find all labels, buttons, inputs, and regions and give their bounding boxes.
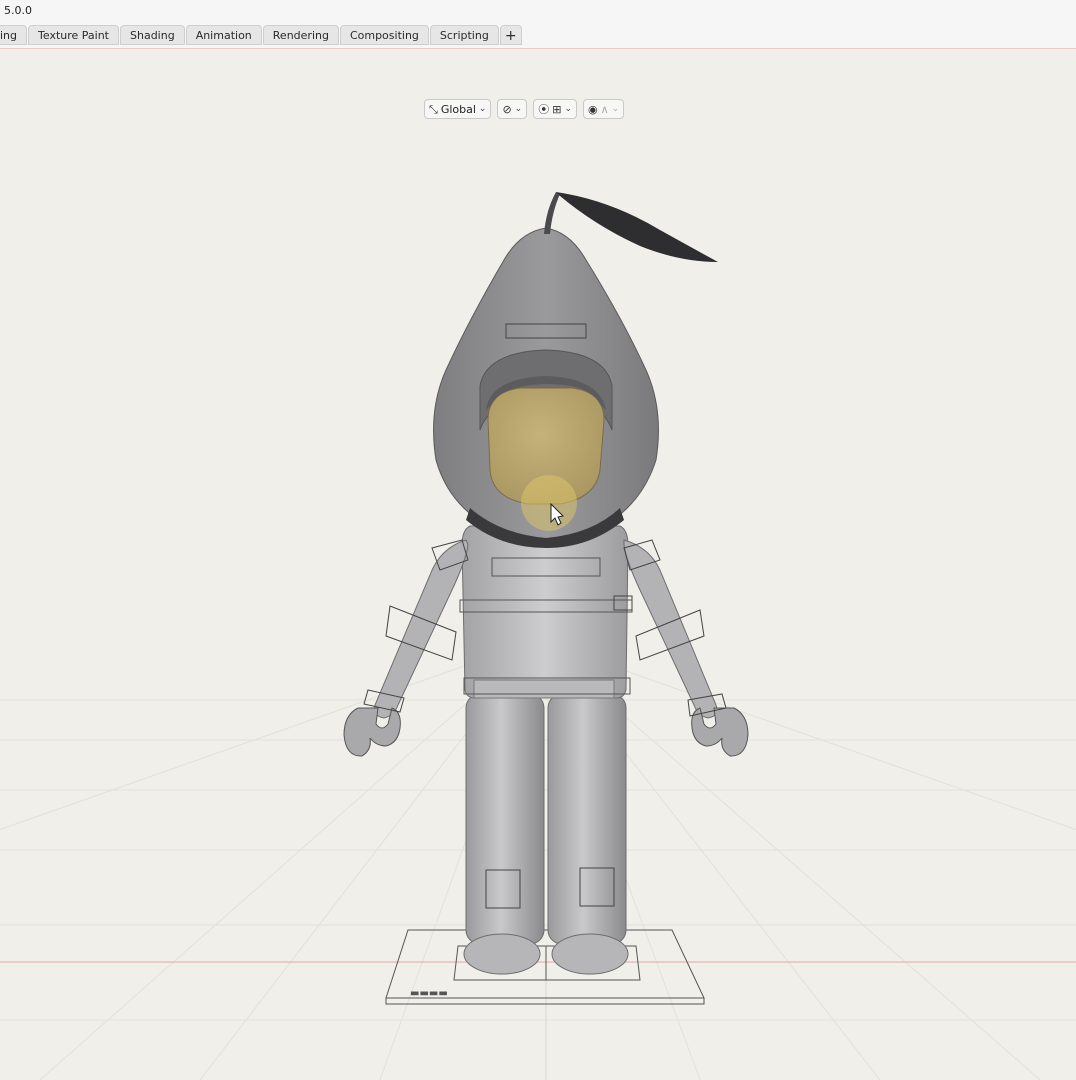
snap-icon: ⦿ — [538, 102, 550, 116]
tab-rendering[interactable]: Rendering — [262, 25, 339, 45]
workspace-tabs: ing Texture Paint Shading Animation Rend… — [0, 25, 523, 46]
transform-orientation-value: Global — [440, 102, 476, 116]
chevron-down-icon: ⌄ — [514, 104, 523, 114]
viewport-scene: ▬▬▬▬ — [0, 48, 1076, 1080]
tab-animation[interactable]: Animation — [185, 25, 262, 45]
tab-texture-paint[interactable]: Texture Paint — [28, 25, 119, 45]
proportional-edit-icon: ◉ — [587, 102, 598, 116]
falloff-curve-icon: ∧ — [600, 102, 609, 116]
snap-increment-icon: ⊞ — [552, 102, 562, 116]
add-workspace-button[interactable]: + — [499, 25, 522, 45]
pear-head — [433, 227, 659, 548]
orientation-gizmo-icon: ⤡ — [429, 102, 438, 116]
proportional-editing-controls[interactable]: ◉ ∧ ⌄ — [582, 99, 625, 119]
snapping-controls[interactable]: ⦿ ⊞ ⌄ — [533, 99, 577, 119]
chevron-down-icon: ⌄ — [478, 104, 487, 114]
chevron-down-icon: ⌄ — [611, 104, 620, 114]
base-plate-wireframe: ▬▬▬▬ — [385, 929, 705, 1005]
top-bar: 5.0.0 ing Texture Paint Shading Animatio… — [0, 0, 1076, 48]
viewport-header-tools: ⤡ Global ⌄ ⊘ ⌄ ⦿ ⊞ ⌄ ◉ ∧ ⌄ — [424, 98, 625, 120]
tab-shading[interactable]: Shading — [120, 25, 185, 45]
version-label: 5.0.0 — [4, 4, 32, 17]
3d-viewport[interactable]: ▬▬▬▬ ⤡ Global ⌄ ⊘ ⌄ ⦿ ⊞ ⌄ ◉ ∧ ⌄ — [0, 48, 1076, 1080]
tab-compositing[interactable]: Compositing — [339, 25, 429, 45]
transform-orientation-dropdown[interactable]: ⤡ Global ⌄ — [424, 99, 492, 119]
chevron-down-icon: ⌄ — [564, 104, 572, 114]
pivot-link-icon: ⊘ — [502, 102, 512, 116]
left-arm — [343, 539, 469, 757]
svg-text:▬▬▬▬: ▬▬▬▬ — [410, 988, 448, 999]
legs — [463, 693, 629, 975]
pivot-point-dropdown[interactable]: ⊘ ⌄ — [497, 99, 528, 119]
tab-scripting[interactable]: Scripting — [429, 25, 499, 45]
tab-layout[interactable]: ing — [0, 25, 28, 45]
torso — [459, 525, 633, 699]
